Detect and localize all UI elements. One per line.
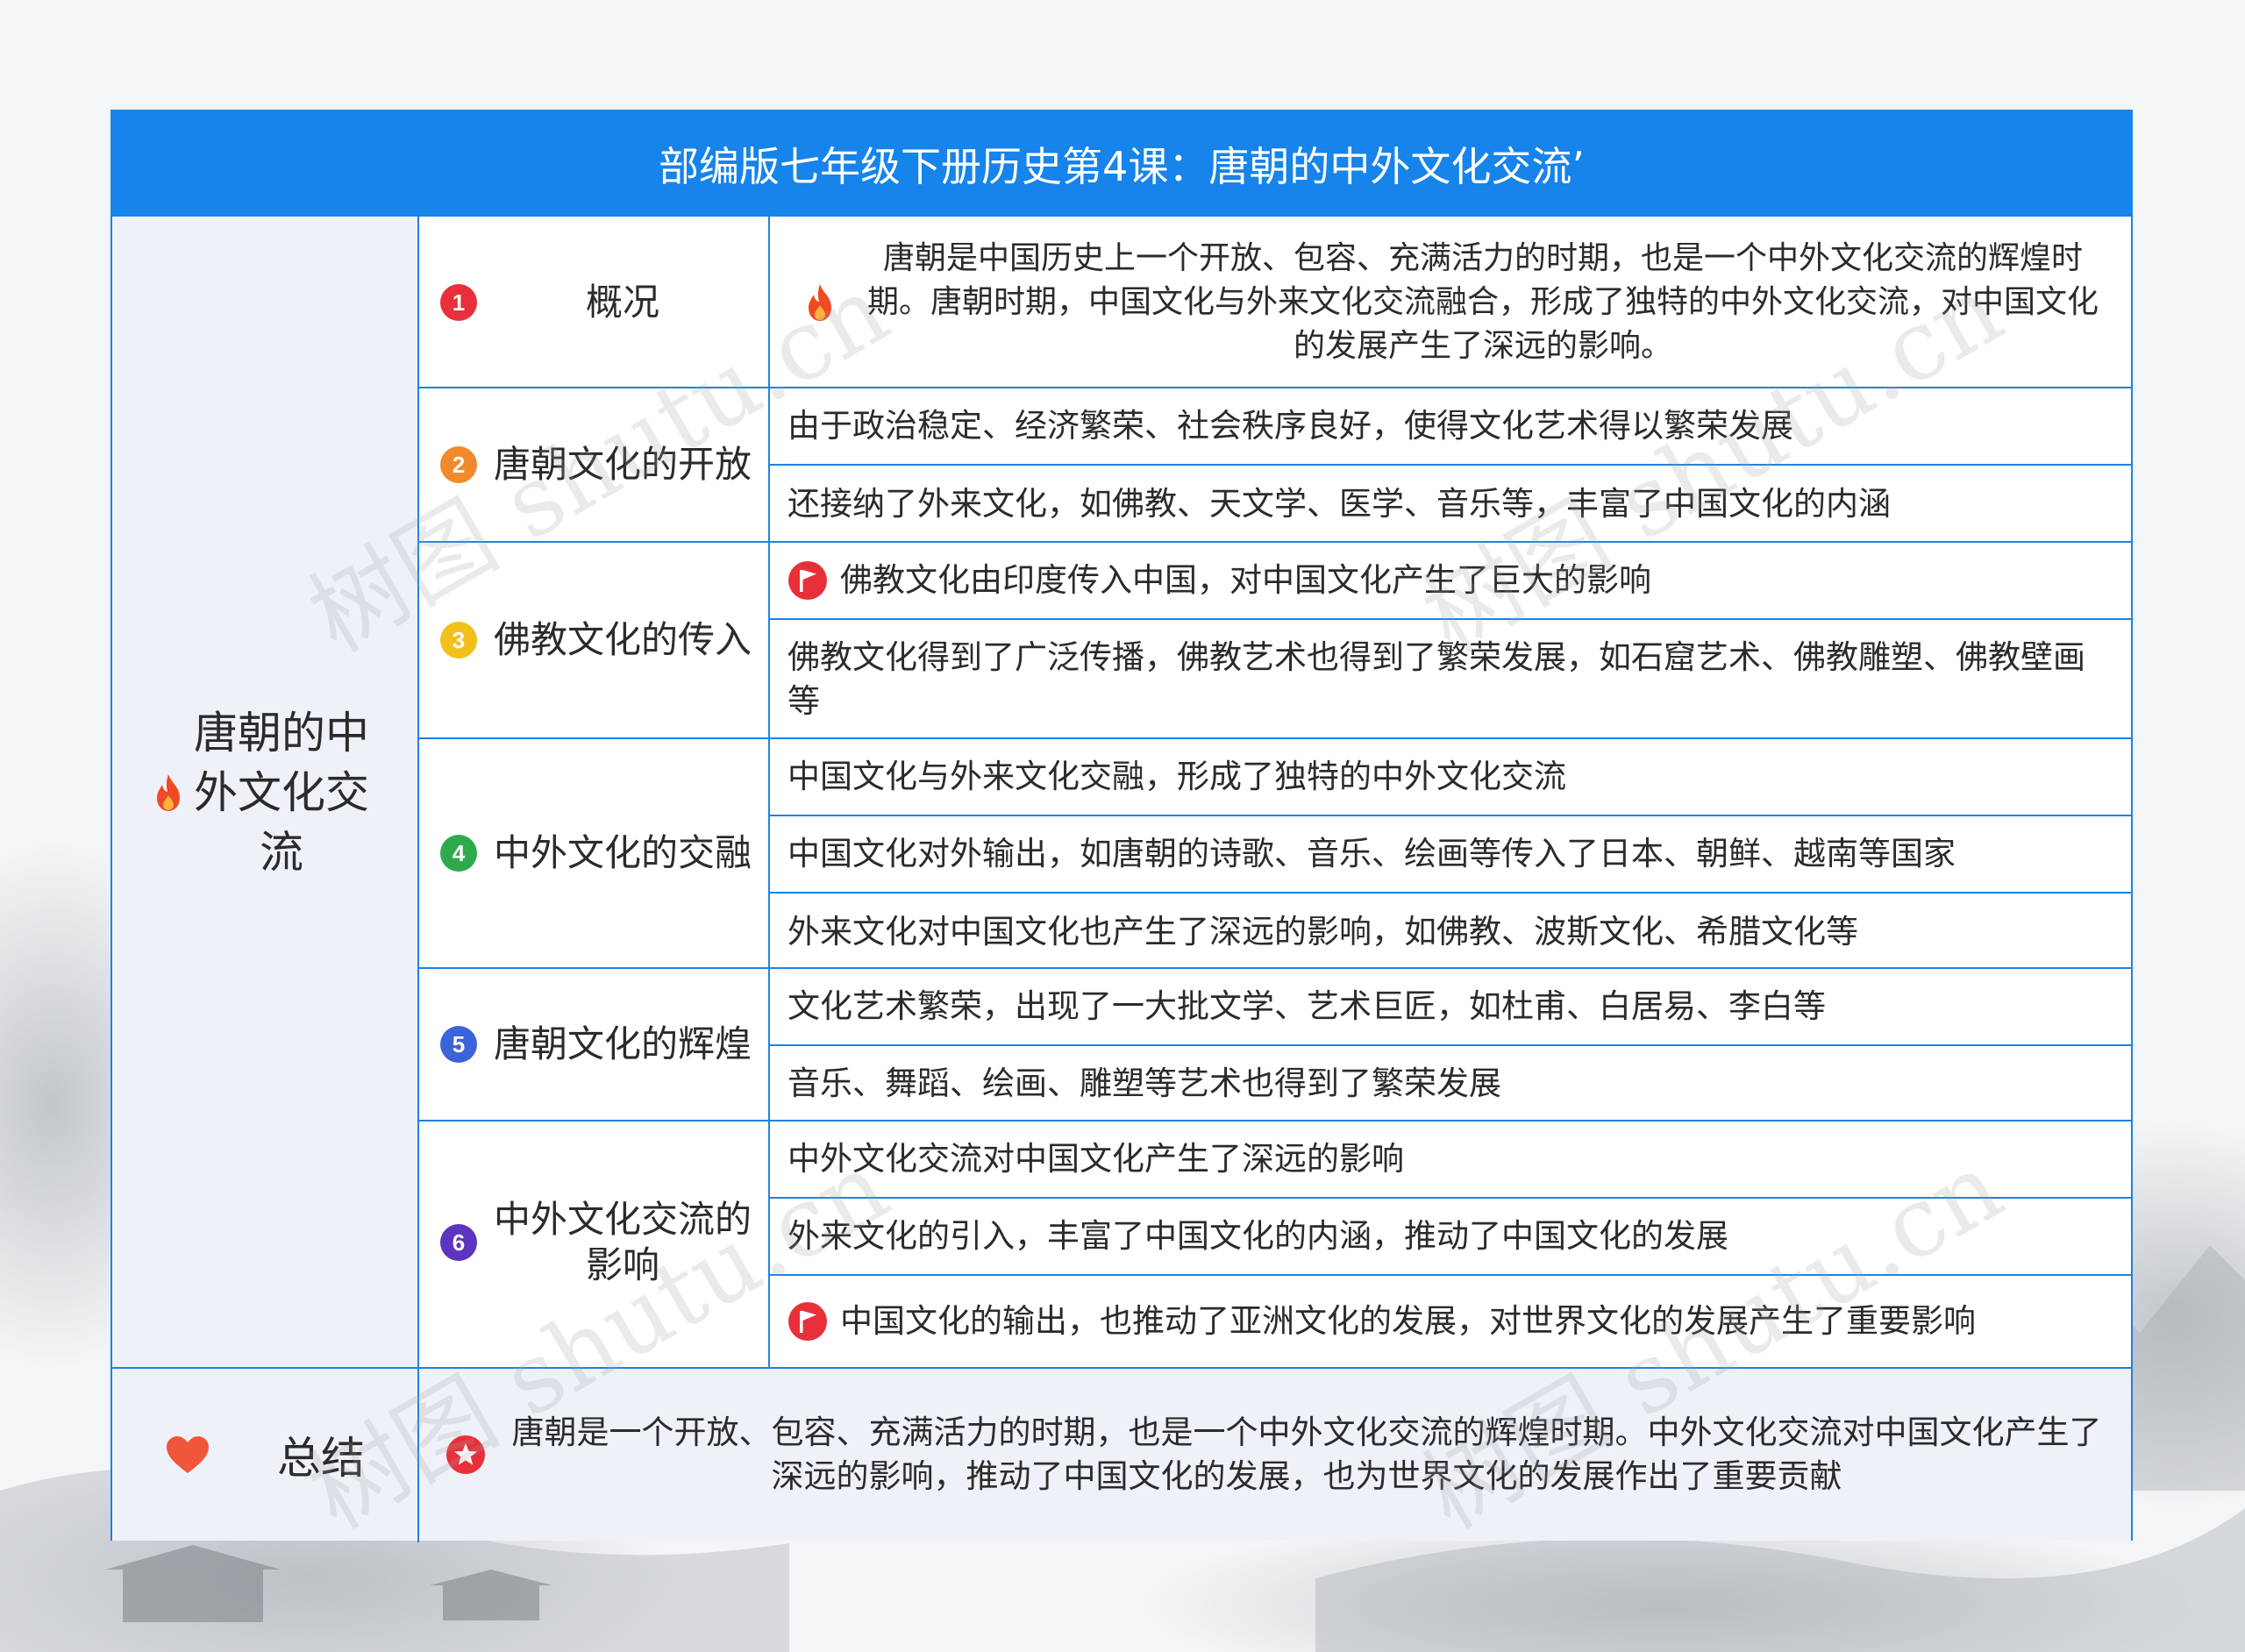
summary-text: 唐朝是一个开放、包容、充满活力的时期，也是一个中外文化交流的辉煌时期。中外文化交…	[511, 1413, 2102, 1495]
list-item: 唐朝是中国历史上一个开放、包容、充满活力的时期，也是一个中外文化交流的辉煌时期。…	[770, 218, 2131, 387]
section-cell: 5 唐朝文化的辉煌	[419, 969, 768, 1120]
item-text: 中外文化交流对中国文化产生了深远的影响	[788, 1140, 1404, 1178]
item-text: 佛教文化得到了广泛传播，佛教艺术也得到了繁荣发展，如石窟艺术、佛教雕塑、佛教壁画…	[788, 638, 2085, 720]
divider	[770, 1044, 2131, 1046]
section-label: 唐朝文化的开放	[493, 443, 752, 486]
divider	[770, 815, 2131, 816]
list-item: 中国文化的输出，也推动了亚洲文化的发展，对世界文化的发展产生了重要影响	[770, 1276, 2131, 1367]
number-badge-icon: 2	[440, 446, 477, 483]
number-badge-icon: 3	[440, 622, 477, 659]
divider	[770, 464, 2131, 466]
item-text: 佛教文化由印度传入中国，对中国文化产生了巨大的影响	[840, 561, 1651, 599]
divider	[770, 618, 2131, 620]
root-topic-cell: 唐朝的中外文化交流	[112, 218, 417, 1367]
section-label: 概况	[585, 281, 659, 324]
flag-badge-icon	[788, 1302, 827, 1341]
item-text: 唐朝是中国历史上一个开放、包容、充满活力的时期，也是一个中外文化交流的辉煌时期。…	[866, 240, 2099, 364]
item-text: 文化艺术繁荣，出现了一大批文学、艺术巨匠，如杜甫、白居易、李白等	[788, 987, 1826, 1025]
summary-label-cell: 总结	[112, 1369, 417, 1541]
knowledge-table: 部编版七年级下册历史第4课：唐朝的中外文化交流’ 唐朝的中外文化交流 总结 唐朝…	[110, 110, 2133, 1542]
section-cell: 3 佛教文化的传入	[419, 543, 768, 737]
item-text: 还接纳了外来文化，如佛教、天文学、医学、音乐等，丰富了中国文化的内涵	[788, 485, 1891, 523]
list-item: 外来文化的引入，丰富了中国文化的内涵，推动了中国文化的发展	[770, 1199, 2131, 1274]
number-badge-icon: 4	[440, 835, 477, 872]
flag-badge-icon	[788, 561, 827, 600]
divider	[770, 892, 2131, 894]
number-badge-icon: 1	[440, 284, 477, 321]
fire-icon	[157, 774, 180, 811]
page-title: 部编版七年级下册历史第4课：唐朝的中外文化交流’	[112, 111, 2131, 217]
item-text: 中国文化的输出，也推动了亚洲文化的发展，对世界文化的发展产生了重要影响	[840, 1302, 1976, 1340]
divider	[770, 1274, 2131, 1276]
section-label: 唐朝文化的辉煌	[493, 1022, 752, 1065]
list-item: 还接纳了外来文化，如佛教、天文学、医学、音乐等，丰富了中国文化的内涵	[770, 466, 2131, 543]
divider	[770, 1197, 2131, 1199]
list-item: 外来文化对中国文化也产生了深远的影响，如佛教、波斯文化、希腊文化等	[770, 894, 2131, 971]
number-badge-icon: 5	[440, 1026, 477, 1063]
section-cell: 6 中外文化交流的影响	[419, 1122, 768, 1364]
list-item: 中外文化交流对中国文化产生了深远的影响	[770, 1122, 2131, 1197]
section-label: 佛教文化的传入	[493, 618, 752, 661]
summary-label: 总结	[277, 1433, 365, 1484]
section-label: 中外文化的交融	[493, 831, 752, 874]
list-item: 中国文化对外输出，如唐朝的诗歌、音乐、绘画等传入了日本、朝鲜、越南等国家	[770, 816, 2131, 892]
list-item: 佛教文化由印度传入中国，对中国文化产生了巨大的影响	[770, 543, 2131, 618]
item-text: 由于政治稳定、经济繁荣、社会秩序良好，使得文化艺术得以繁荣发展	[788, 407, 1793, 445]
section-cell: 2 唐朝文化的开放	[419, 388, 768, 541]
list-item: 中国文化与外来文化交融，形成了独特的中外文化交流	[770, 739, 2131, 815]
section-cell: 4 中外文化的交融	[419, 739, 768, 967]
item-text: 音乐、舞蹈、绘画、雕塑等艺术也得到了繁荣发展	[788, 1065, 1501, 1102]
item-text: 外来文化对中国文化也产生了深远的影响，如佛教、波斯文化、希腊文化等	[788, 913, 1858, 951]
heart-icon	[167, 1436, 209, 1473]
list-item: 文化艺术繁荣，出现了一大批文学、艺术巨匠，如杜甫、白居易、李白等	[770, 969, 2131, 1044]
section-cell: 1 概况	[419, 218, 768, 387]
divider	[112, 1367, 2131, 1369]
number-badge-icon: 6	[440, 1224, 477, 1261]
summary-text-cell: 唐朝是一个开放、包容、充满活力的时期，也是一个中外文化交流的辉煌时期。中外文化交…	[419, 1369, 2131, 1541]
item-text: 中国文化与外来文化交融，形成了独特的中外文化交流	[788, 758, 1566, 795]
fire-icon	[809, 284, 831, 321]
list-item: 由于政治稳定、经济繁荣、社会秩序良好，使得文化艺术得以繁荣发展	[770, 388, 2131, 464]
section-label: 中外文化交流的影响	[493, 1198, 752, 1286]
item-text: 中国文化对外输出，如唐朝的诗歌、音乐、绘画等传入了日本、朝鲜、越南等国家	[788, 835, 1956, 872]
list-item: 音乐、舞蹈、绘画、雕塑等艺术也得到了繁荣发展	[770, 1046, 2131, 1122]
star-badge-icon	[446, 1435, 485, 1474]
root-topic-label: 唐朝的中外文化交流	[194, 708, 369, 878]
item-text: 外来文化的引入，丰富了中国文化的内涵，推动了中国文化的发展	[788, 1217, 1728, 1255]
list-item: 佛教文化得到了广泛传播，佛教艺术也得到了繁荣发展，如石窟艺术、佛教雕塑、佛教壁画…	[770, 620, 2131, 739]
